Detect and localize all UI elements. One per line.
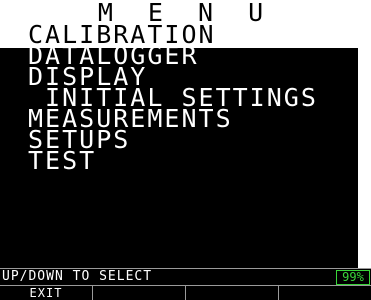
softkey-bar: EXIT [0, 285, 371, 300]
softkey-2[interactable] [93, 286, 186, 300]
menu-list: CALIBRATION DATALOGGER DISPLAY INITIAL S… [0, 22, 371, 173]
softkey-exit[interactable]: EXIT [0, 286, 93, 300]
screen-edge [358, 0, 371, 268]
battery-indicator: 99% [336, 270, 370, 285]
menu-item-test[interactable]: TEST [0, 148, 371, 173]
device-screen: M E N U CALIBRATION DATALOGGER DISPLAY I… [0, 0, 371, 300]
menu-display: M E N U CALIBRATION DATALOGGER DISPLAY I… [0, 0, 371, 268]
status-bar: UP/DOWN TO SELECT 99% [0, 268, 371, 285]
status-hint: UP/DOWN TO SELECT [2, 269, 153, 284]
softkey-3[interactable] [186, 286, 279, 300]
softkey-4[interactable] [279, 286, 371, 300]
